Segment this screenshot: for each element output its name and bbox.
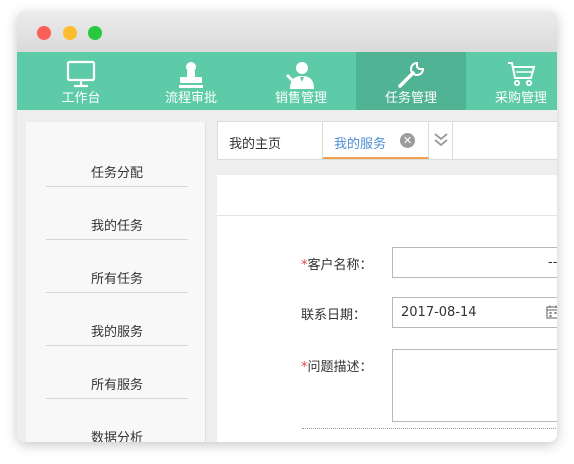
nav-item-sales[interactable]: 销售管理 bbox=[247, 52, 355, 110]
sidebar-item-label: 所有任务 bbox=[90, 272, 143, 287]
calendar-icon[interactable] bbox=[546, 305, 557, 319]
sidebar-item-label: 我的任务 bbox=[90, 219, 143, 234]
content-area: 任务分配 我的任务 所有任务 我的服务 所有服务 数据分析 我的主页 我的服务 … bbox=[17, 110, 557, 442]
nav-item-approval[interactable]: 流程审批 bbox=[137, 52, 245, 110]
sidebar-item-data-analysis[interactable]: 数据分析 bbox=[46, 399, 188, 442]
nav-label-purchase: 采购管理 bbox=[494, 91, 547, 106]
customer-name-label: *客户名称： bbox=[301, 258, 373, 273]
tab-home[interactable]: 我的主页 bbox=[218, 122, 323, 159]
sidebar-item-all-services[interactable]: 所有服务 bbox=[46, 346, 188, 399]
tab-bar: 我的主页 我的服务 ✕ bbox=[217, 121, 557, 160]
service-form-panel: *客户名称： -- 联系日期： 2017-08-14 *问题描述： bbox=[217, 175, 557, 442]
customer-name-value: -- bbox=[548, 255, 557, 270]
stamp-icon bbox=[179, 62, 203, 88]
contact-date-label: 联系日期： bbox=[301, 308, 367, 323]
nav-item-tasks[interactable]: 任务管理 bbox=[356, 52, 466, 110]
user-tie-icon bbox=[286, 62, 314, 89]
sidebar-item-label: 数据分析 bbox=[90, 431, 143, 442]
sidebar-item-my-services[interactable]: 我的服务 bbox=[46, 293, 188, 346]
customer-name-select[interactable]: -- bbox=[392, 247, 557, 278]
nav-label-sales: 销售管理 bbox=[274, 91, 327, 106]
minimize-window-button[interactable] bbox=[63, 26, 77, 40]
tab-my-services[interactable]: 我的服务 ✕ bbox=[323, 122, 429, 159]
problem-description-label: *问题描述： bbox=[301, 360, 373, 375]
sidebar-item-label: 我的服务 bbox=[90, 325, 143, 340]
app-window: 工作台 流程审批 销售管理 任务管理 采购管理 任务分配 我的任务 所有任务 我… bbox=[17, 11, 557, 442]
sidebar-item-all-tasks[interactable]: 所有任务 bbox=[46, 240, 188, 293]
contact-date-value: 2017-08-14 bbox=[401, 305, 477, 320]
panel-header bbox=[217, 175, 557, 216]
sidebar-item-label: 任务分配 bbox=[90, 166, 143, 181]
sidebar-item-task-assignment[interactable]: 任务分配 bbox=[46, 134, 188, 187]
nav-label-tasks: 任务管理 bbox=[384, 91, 437, 106]
cart-icon bbox=[508, 62, 536, 87]
form-divider bbox=[302, 428, 557, 429]
tab-close-icon[interactable]: ✕ bbox=[400, 133, 415, 148]
sidebar-item-my-tasks[interactable]: 我的任务 bbox=[46, 187, 188, 240]
nav-item-purchase[interactable]: 采购管理 bbox=[467, 52, 557, 110]
maximize-window-button[interactable] bbox=[88, 26, 102, 40]
tab-home-label: 我的主页 bbox=[229, 137, 282, 152]
title-bar bbox=[17, 11, 557, 52]
sidebar-item-label: 所有服务 bbox=[90, 378, 143, 393]
top-nav: 工作台 流程审批 销售管理 任务管理 采购管理 bbox=[17, 52, 557, 110]
tab-more-button[interactable] bbox=[429, 122, 453, 159]
wrench-icon bbox=[398, 61, 425, 88]
contact-date-field[interactable]: 2017-08-14 bbox=[392, 297, 557, 328]
close-window-button[interactable] bbox=[37, 26, 51, 40]
double-chevron-down-icon bbox=[434, 133, 448, 147]
problem-description-textarea[interactable] bbox=[392, 349, 557, 422]
monitor-icon bbox=[66, 60, 96, 88]
nav-label-workbench: 工作台 bbox=[61, 91, 101, 106]
nav-label-approval: 流程审批 bbox=[164, 91, 217, 106]
tab-my-services-label: 我的服务 bbox=[334, 137, 387, 152]
sidebar: 任务分配 我的任务 所有任务 我的服务 所有服务 数据分析 bbox=[26, 122, 206, 442]
nav-item-workbench[interactable]: 工作台 bbox=[27, 52, 135, 110]
